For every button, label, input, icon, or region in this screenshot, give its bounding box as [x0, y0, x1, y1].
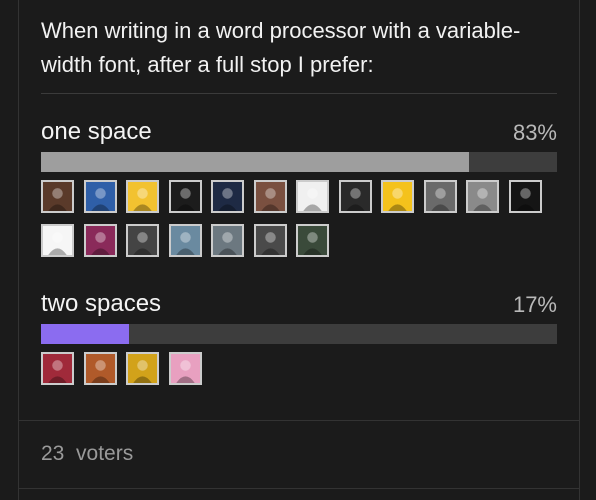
- poll-question: When writing in a word processor with a …: [41, 18, 521, 77]
- avatar-image: [256, 226, 285, 255]
- voter-avatar[interactable]: [211, 224, 244, 257]
- bottom-divider: [18, 488, 580, 489]
- option-bar-two-spaces: [41, 324, 557, 344]
- voter-avatar[interactable]: [126, 180, 159, 213]
- avatar-image: [128, 182, 157, 211]
- option-label-one-space[interactable]: one space: [41, 118, 152, 146]
- avatar-image: [43, 354, 72, 383]
- option-bar-fill-one-space: [41, 152, 470, 172]
- avatar-image: [171, 182, 200, 211]
- voter-avatar[interactable]: [254, 224, 287, 257]
- avatar-image: [213, 226, 242, 255]
- option-bar-fill-two-spaces: [41, 324, 129, 344]
- voter-avatar[interactable]: [254, 180, 287, 213]
- voters-number: 23: [41, 442, 65, 465]
- question-divider: [41, 93, 557, 94]
- avatar-image: [341, 182, 370, 211]
- avatar-image: [213, 182, 242, 211]
- voter-avatar[interactable]: [41, 352, 74, 385]
- voter-avatar[interactable]: [41, 224, 74, 257]
- voters-count[interactable]: 23 voters: [41, 442, 133, 466]
- avatar-image: [426, 182, 455, 211]
- option-bar-one-space: [41, 152, 557, 172]
- avatar-image: [128, 354, 157, 383]
- avatar-image: [383, 182, 412, 211]
- option-percent-two-spaces: 17%: [512, 292, 557, 317]
- avatar-image: [298, 182, 327, 211]
- voter-avatar[interactable]: [169, 180, 202, 213]
- voter-avatar[interactable]: [466, 180, 499, 213]
- voter-avatar[interactable]: [296, 224, 329, 257]
- avatar-image: [128, 226, 157, 255]
- avatar-image: [171, 226, 200, 255]
- avatar-image: [43, 226, 72, 255]
- footer-divider: [18, 420, 580, 421]
- voter-avatar[interactable]: [41, 180, 74, 213]
- voter-avatar[interactable]: [84, 224, 117, 257]
- avatar-image: [171, 354, 200, 383]
- avatar-image: [468, 182, 497, 211]
- avatar-image: [298, 226, 327, 255]
- voter-avatar[interactable]: [381, 180, 414, 213]
- option-label-two-spaces[interactable]: two spaces: [41, 290, 161, 318]
- avatar-image: [511, 182, 540, 211]
- voter-avatar[interactable]: [211, 180, 244, 213]
- option-percent-one-space: 83%: [512, 120, 557, 145]
- avatar-image: [86, 354, 115, 383]
- voters-label: voters: [76, 442, 134, 465]
- avatar-image: [43, 182, 72, 211]
- voter-avatar[interactable]: [169, 352, 202, 385]
- voter-avatar[interactable]: [126, 224, 159, 257]
- voter-avatar[interactable]: [84, 352, 117, 385]
- voter-avatar[interactable]: [339, 180, 372, 213]
- voter-avatar[interactable]: [126, 352, 159, 385]
- avatar-image: [256, 182, 285, 211]
- avatar-image: [86, 226, 115, 255]
- voter-avatar[interactable]: [84, 180, 117, 213]
- voter-avatar[interactable]: [296, 180, 329, 213]
- voter-avatar[interactable]: [169, 224, 202, 257]
- avatar-image: [86, 182, 115, 211]
- voter-avatar[interactable]: [424, 180, 457, 213]
- voter-avatar[interactable]: [509, 180, 542, 213]
